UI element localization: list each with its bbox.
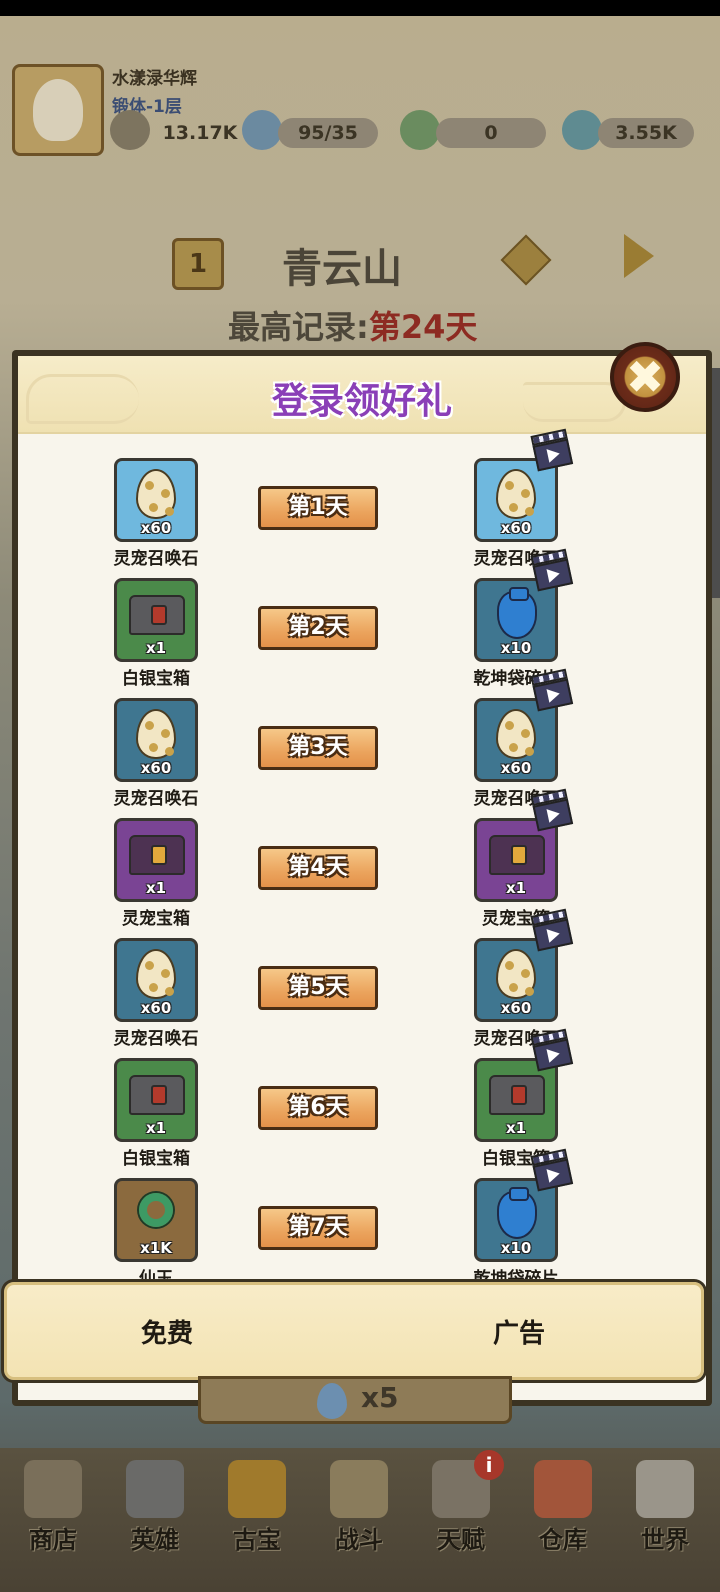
video-ad-icon[interactable] bbox=[528, 908, 575, 953]
cloud-icon bbox=[636, 1460, 694, 1518]
nav-label: 世界 bbox=[641, 1526, 689, 1554]
reward-row: x1 白银宝箱 第2天 x10 乾坤袋碎片 bbox=[18, 548, 706, 690]
yinyang-icon bbox=[330, 1460, 388, 1518]
nav-label: 英雄 bbox=[131, 1526, 179, 1554]
silver-chest-icon bbox=[129, 595, 185, 635]
video-ad-icon[interactable] bbox=[528, 1148, 575, 1193]
silver-chest-icon bbox=[489, 1075, 545, 1115]
video-ad-icon[interactable] bbox=[528, 668, 575, 713]
day-label: 第6天 bbox=[258, 1086, 378, 1130]
video-ad-icon[interactable] bbox=[528, 788, 575, 833]
login-reward-dialog: 登录领好礼 x60 灵宠召唤石 第1天 x60 灵宠召唤石 x1 白银宝箱 第2天 x10 乾坤袋… bbox=[12, 342, 712, 1406]
day-label: 第4天 bbox=[258, 846, 378, 890]
ad-reward-qty: x60 bbox=[500, 999, 532, 1017]
free-reward-name: 灵宠召唤石 bbox=[113, 789, 199, 809]
silver-chest-icon bbox=[129, 1075, 185, 1115]
nav-label: 商店 bbox=[29, 1526, 77, 1554]
bag-icon bbox=[497, 587, 537, 639]
bottom-nav: 商店 英雄 古宝 战斗 天赋 仓库 世界 bbox=[0, 1448, 720, 1592]
reward-row: x60 灵宠召唤石 第1天 x60 灵宠召唤石 bbox=[18, 428, 706, 570]
nav-label: 仓库 bbox=[539, 1526, 587, 1554]
reward-row: x1K 仙玉 第7天 x10 乾坤袋碎片 bbox=[18, 1148, 706, 1290]
free-column-label: 免费 bbox=[140, 1319, 193, 1349]
boost-label: x5 bbox=[361, 1381, 399, 1414]
egg-icon bbox=[136, 709, 176, 759]
close-button[interactable]: ✖ bbox=[610, 342, 680, 412]
egg-icon bbox=[136, 469, 176, 519]
video-ad-icon[interactable] bbox=[528, 1028, 575, 1073]
day-label: 第3天 bbox=[258, 726, 378, 770]
video-ad-icon[interactable] bbox=[528, 548, 575, 593]
video-ad-icon[interactable] bbox=[528, 428, 575, 473]
ad-reward-qty: x60 bbox=[500, 519, 532, 537]
close-icon: ✖ bbox=[625, 350, 665, 404]
nav-label: 战斗 bbox=[335, 1526, 383, 1554]
egg-icon bbox=[136, 949, 176, 999]
ad-reward-qty: x60 bbox=[500, 759, 532, 777]
dialog-title: 登录领好礼 bbox=[271, 381, 452, 422]
egg-icon bbox=[496, 949, 536, 999]
gourd-icon bbox=[228, 1460, 286, 1518]
free-reward-qty: x60 bbox=[140, 519, 172, 537]
reward-row: x60 灵宠召唤石 第5天 x60 灵宠召唤石 bbox=[18, 908, 706, 1050]
hero-icon bbox=[126, 1460, 184, 1518]
day-label: 第1天 bbox=[258, 486, 378, 530]
nav-item[interactable]: 古宝 bbox=[206, 1448, 308, 1592]
day-label: 第7天 bbox=[258, 1206, 378, 1250]
free-reward-item[interactable]: x1 bbox=[114, 578, 198, 662]
day-label: 第5天 bbox=[258, 966, 378, 1010]
bag-icon bbox=[497, 1187, 537, 1239]
ad-reward-qty: x1 bbox=[505, 1119, 527, 1137]
free-reward-name: 灵宠宝箱 bbox=[122, 909, 190, 929]
shop-icon bbox=[24, 1460, 82, 1518]
egg-icon bbox=[496, 469, 536, 519]
day-label: 第2天 bbox=[258, 606, 378, 650]
free-reward-item[interactable]: x60 bbox=[114, 458, 198, 542]
free-reward-qty: x1 bbox=[145, 639, 167, 657]
ad-column-label: 广告 bbox=[492, 1319, 545, 1349]
nav-item[interactable]: 仓库 bbox=[512, 1448, 614, 1592]
free-reward-item[interactable]: x60 bbox=[114, 698, 198, 782]
nav-label: 天赋 bbox=[437, 1526, 485, 1554]
bag-icon bbox=[534, 1460, 592, 1518]
dialog-body: 登录领好礼 x60 灵宠召唤石 第1天 x60 灵宠召唤石 x1 白银宝箱 第2天 x10 乾坤袋… bbox=[18, 356, 706, 1400]
pet-chest-icon bbox=[129, 835, 185, 875]
jade-ring-icon bbox=[139, 1193, 173, 1227]
free-reward-qty: x60 bbox=[140, 759, 172, 777]
free-reward-item[interactable]: x1 bbox=[114, 818, 198, 902]
ad-reward-qty: x10 bbox=[500, 639, 532, 657]
nav-item[interactable]: 战斗 bbox=[308, 1448, 410, 1592]
free-reward-qty: x1 bbox=[145, 1119, 167, 1137]
notification-badge: i bbox=[474, 1450, 504, 1480]
ad-reward-qty: x1 bbox=[505, 879, 527, 897]
nav-item[interactable]: 世界 bbox=[614, 1448, 716, 1592]
free-reward-item[interactable]: x1 bbox=[114, 1058, 198, 1142]
free-reward-item[interactable]: x1K bbox=[114, 1178, 198, 1262]
free-reward-qty: x60 bbox=[140, 999, 172, 1017]
nav-item[interactable]: 英雄 bbox=[104, 1448, 206, 1592]
ad-reward-qty: x10 bbox=[500, 1239, 532, 1257]
boost-button[interactable]: x5 bbox=[198, 1376, 512, 1424]
free-reward-item[interactable]: x60 bbox=[114, 938, 198, 1022]
free-reward-name: 白银宝箱 bbox=[122, 1149, 190, 1169]
reward-row: x1 灵宠宝箱 第4天 x1 灵宠宝箱 bbox=[18, 788, 706, 930]
pet-chest-icon bbox=[489, 835, 545, 875]
free-reward-qty: x1 bbox=[145, 879, 167, 897]
reward-column-header: 免费 广告 bbox=[4, 1282, 704, 1380]
dialog-header: 登录领好礼 bbox=[18, 356, 706, 434]
water-drop-icon bbox=[317, 1383, 347, 1419]
reward-row: x1 白银宝箱 第6天 x1 白银宝箱 bbox=[18, 1028, 706, 1170]
nav-item[interactable]: 商店 bbox=[2, 1448, 104, 1592]
reward-row: x60 灵宠召唤石 第3天 x60 灵宠召唤石 bbox=[18, 668, 706, 810]
nav-label: 古宝 bbox=[233, 1526, 281, 1554]
free-reward-name: 灵宠召唤石 bbox=[113, 549, 199, 569]
free-reward-name: 白银宝箱 bbox=[122, 669, 190, 689]
egg-icon bbox=[496, 709, 536, 759]
reward-list: x60 灵宠召唤石 第1天 x60 灵宠召唤石 x1 白银宝箱 第2天 x10 乾坤袋碎片 x60 灵… bbox=[18, 428, 706, 1290]
free-reward-name: 灵宠召唤石 bbox=[113, 1029, 199, 1049]
free-reward-qty: x1K bbox=[140, 1239, 172, 1257]
